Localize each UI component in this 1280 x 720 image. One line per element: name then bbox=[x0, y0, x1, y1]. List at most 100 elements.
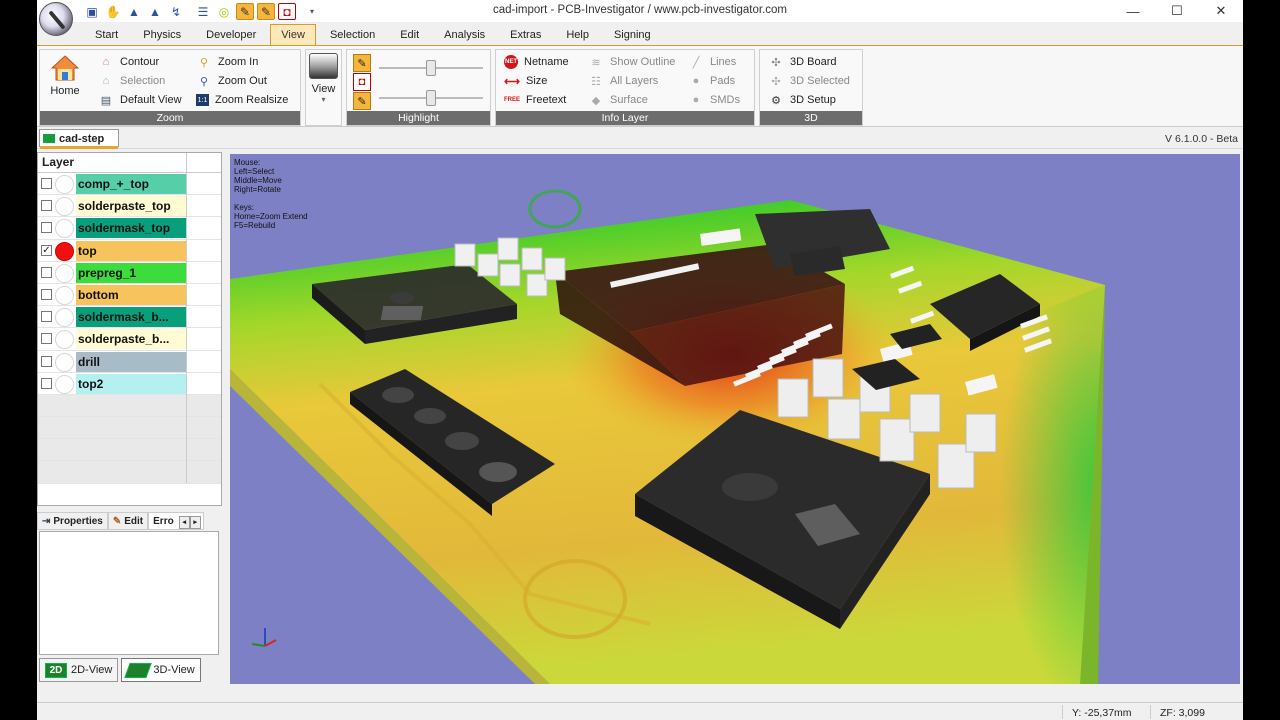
all-layers-label: All Layers bbox=[610, 75, 659, 87]
frame-icon[interactable]: ◘ bbox=[278, 3, 296, 20]
layer-visibility-checkbox[interactable] bbox=[41, 311, 52, 323]
layer-visibility-checkbox[interactable] bbox=[41, 355, 52, 367]
3d-board-button[interactable]: ✣ 3D Board bbox=[768, 53, 836, 71]
show-outline-button[interactable]: ≋ Show Outline bbox=[588, 53, 675, 71]
layer-active-indicator[interactable] bbox=[55, 285, 74, 305]
layer-row[interactable]: bottom bbox=[38, 283, 221, 307]
tab-edit[interactable]: Edit bbox=[389, 24, 430, 46]
layer-row[interactable]: prepreg_1 bbox=[38, 261, 221, 284]
tab-2d-view[interactable]: 2D 2D-View bbox=[39, 658, 119, 682]
zoom-out-button[interactable]: ⚲ Zoom Out bbox=[196, 72, 267, 90]
layer-active-indicator[interactable] bbox=[55, 175, 74, 194]
minimize-button[interactable]: — bbox=[1111, 0, 1155, 22]
tab-physics[interactable]: Physics bbox=[132, 24, 192, 46]
hand-icon[interactable]: ✋ bbox=[104, 3, 122, 20]
layer-panel: Layer comp_+_top solderpaste_top soldermas… bbox=[37, 152, 222, 506]
layer-visibility-checkbox[interactable] bbox=[41, 222, 52, 234]
highlight2-icon[interactable]: ✎ bbox=[257, 3, 275, 20]
maximize-button[interactable]: ☐ bbox=[1155, 0, 1199, 22]
tab-view[interactable]: View bbox=[270, 24, 316, 46]
layer-row[interactable]: comp_+_top bbox=[38, 173, 221, 196]
all-layers-button[interactable]: ☷ All Layers bbox=[588, 72, 658, 90]
tab-edit-panel[interactable]: ✎ Edit bbox=[107, 512, 149, 530]
highlight-color1-icon[interactable]: ✎ bbox=[353, 54, 371, 72]
highlight-icon[interactable]: ✎ bbox=[236, 3, 254, 20]
contour-button[interactable]: ⌂ Contour bbox=[98, 53, 159, 71]
lines-button[interactable]: ╱ Lines bbox=[688, 53, 737, 71]
layer-stack-icon[interactable]: ☰ bbox=[194, 3, 212, 20]
selection-zoom-button[interactable]: ⌂ Selection bbox=[98, 72, 166, 90]
tab-extras[interactable]: Extras bbox=[499, 24, 552, 46]
view-label: View bbox=[311, 83, 336, 95]
zoom-realsize-button[interactable]: 1:1 Zoom Realsize bbox=[196, 91, 288, 109]
layer-visibility-checkbox[interactable] bbox=[41, 266, 52, 278]
quick-access-dropdown[interactable]: ▾ bbox=[305, 3, 319, 20]
show-outline-icon: ≋ bbox=[591, 56, 601, 69]
app-logo-icon[interactable] bbox=[39, 2, 73, 36]
layer-visibility-checkbox[interactable]: ✓ bbox=[41, 244, 52, 256]
tab-3d-view[interactable]: 3D-View bbox=[121, 658, 201, 682]
document-tab-row: cad-step V 6.1.0.0 - Beta bbox=[37, 127, 1243, 149]
route-icon[interactable]: ↯ bbox=[167, 3, 185, 20]
circle-icon[interactable]: ◎ bbox=[215, 3, 233, 20]
document-tab[interactable]: cad-step bbox=[39, 129, 119, 149]
zoom-in-button[interactable]: ⚲ Zoom In bbox=[196, 53, 258, 71]
scroll-left-button[interactable]: ◂ bbox=[178, 515, 190, 529]
highlight-color2-icon[interactable]: ✎ bbox=[353, 92, 371, 110]
layer-row[interactable]: solderpaste_b... bbox=[38, 328, 221, 351]
layer-row[interactable]: soldermask_top bbox=[38, 217, 221, 240]
slider-thumb[interactable] bbox=[426, 60, 436, 76]
layer-active-indicator[interactable] bbox=[55, 263, 74, 283]
layer-name: solderpaste_b... bbox=[76, 329, 186, 350]
scroll-right-button[interactable]: ▸ bbox=[189, 515, 201, 529]
layer-row[interactable]: soldermask_b... bbox=[38, 306, 221, 329]
layer-visibility-checkbox[interactable] bbox=[41, 377, 52, 389]
tab-developer[interactable]: Developer bbox=[195, 24, 267, 46]
layer-visibility-checkbox[interactable] bbox=[41, 288, 52, 300]
tab-start[interactable]: Start bbox=[84, 24, 129, 46]
layer-row[interactable]: ✓ top bbox=[38, 239, 221, 262]
axis-y bbox=[251, 643, 266, 647]
layer-active-indicator[interactable] bbox=[55, 219, 74, 239]
layer-row[interactable]: top2 bbox=[38, 372, 221, 395]
highlight-slider-2[interactable] bbox=[379, 90, 483, 106]
netname-button[interactable]: NET Netname bbox=[504, 53, 569, 71]
default-view-button[interactable]: ▤ Default View bbox=[98, 91, 182, 109]
freetext-button[interactable]: FREE Freetext bbox=[504, 91, 566, 109]
slider-thumb[interactable] bbox=[426, 90, 436, 106]
layer-active-indicator[interactable] bbox=[55, 197, 74, 217]
layer-active-indicator[interactable] bbox=[55, 241, 74, 261]
layer-row[interactable]: drill bbox=[38, 350, 221, 373]
status-zoom-factor: ZF: 3,099 bbox=[1160, 707, 1205, 719]
layer-row[interactable]: solderpaste_top bbox=[38, 195, 221, 218]
tab-selection[interactable]: Selection bbox=[319, 24, 386, 46]
layer-active-indicator[interactable] bbox=[55, 330, 74, 350]
layer-visibility-checkbox[interactable] bbox=[41, 333, 52, 345]
highlight-slider-1[interactable] bbox=[379, 60, 483, 76]
3d-viewport[interactable]: Mouse: Left=Select Middle=Move Right=Rot… bbox=[230, 154, 1240, 684]
layer-active-indicator[interactable] bbox=[55, 308, 74, 328]
tab-properties[interactable]: ⇥ Properties bbox=[37, 512, 108, 530]
highlight-frame-icon[interactable]: ◘ bbox=[353, 73, 371, 91]
size-button[interactable]: ⟷ Size bbox=[504, 72, 547, 90]
connector-hole bbox=[382, 387, 414, 403]
layer-active-indicator[interactable] bbox=[55, 352, 74, 372]
tree-icon[interactable]: ▲ bbox=[125, 3, 143, 20]
view-button[interactable]: View ▾ bbox=[309, 53, 338, 104]
layer-active-indicator[interactable] bbox=[55, 374, 74, 394]
smds-button[interactable]: ● SMDs bbox=[688, 91, 740, 109]
close-button[interactable]: ✕ bbox=[1199, 0, 1243, 22]
layer-visibility-checkbox[interactable] bbox=[41, 178, 52, 189]
3d-selected-button[interactable]: ✣ 3D Selected bbox=[768, 72, 850, 90]
3d-setup-button[interactable]: ⚙ 3D Setup bbox=[768, 91, 836, 109]
surface-button[interactable]: ◆ Surface bbox=[588, 91, 648, 109]
pads-button[interactable]: ● Pads bbox=[688, 72, 735, 90]
layer-visibility-checkbox[interactable] bbox=[41, 200, 52, 212]
tab-help[interactable]: Help bbox=[555, 24, 600, 46]
save-icon[interactable]: ▣ bbox=[83, 3, 101, 20]
home-button[interactable]: Home bbox=[50, 53, 80, 97]
tab-errors[interactable]: Erro ◂ ▸ bbox=[148, 512, 204, 530]
tab-analysis[interactable]: Analysis bbox=[433, 24, 496, 46]
tab-signing[interactable]: Signing bbox=[603, 24, 662, 46]
tree-select-icon[interactable]: ▲ bbox=[146, 3, 164, 20]
